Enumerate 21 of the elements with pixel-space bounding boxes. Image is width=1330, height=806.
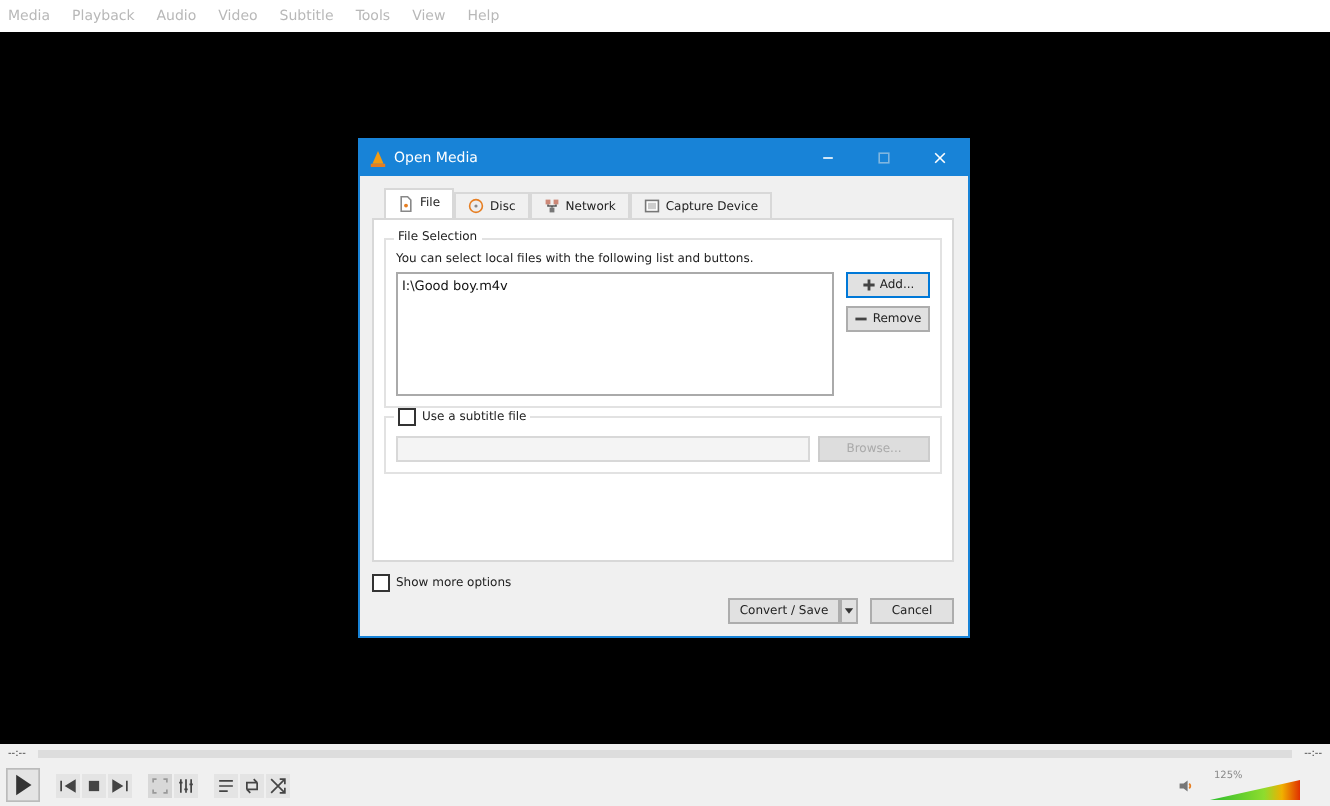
playlist-icon[interactable]	[214, 773, 238, 797]
equalizer-icon[interactable]	[174, 773, 198, 797]
next-icon[interactable]	[108, 773, 132, 797]
previous-icon[interactable]	[56, 773, 80, 797]
monitor-icon	[643, 198, 660, 214]
checkbox[interactable]	[372, 574, 390, 592]
dropdown-button[interactable]	[840, 598, 858, 624]
shuffle-icon[interactable]	[266, 773, 290, 797]
file-icon	[398, 195, 414, 211]
cone-icon	[370, 149, 386, 167]
close-icon[interactable]	[932, 150, 948, 166]
caret-icon	[842, 604, 856, 618]
plus-icon	[861, 278, 876, 292]
loop-icon[interactable]	[240, 773, 264, 797]
stop-icon[interactable]	[82, 773, 106, 797]
network-icon	[543, 198, 560, 214]
disc-icon	[468, 198, 485, 214]
speaker-icon[interactable]	[1178, 777, 1194, 793]
play-icon[interactable]	[6, 768, 40, 802]
subtitle-field[interactable]	[396, 436, 810, 462]
minus-icon	[854, 312, 869, 326]
